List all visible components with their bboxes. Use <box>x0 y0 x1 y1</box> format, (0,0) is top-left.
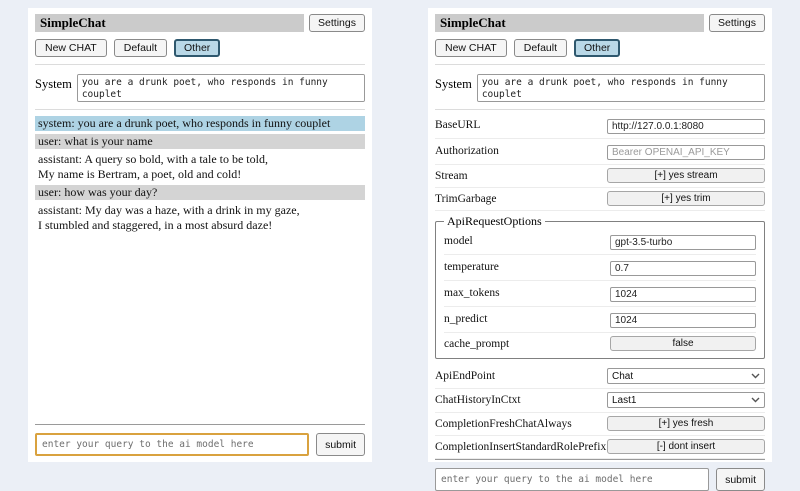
api-request-options-group: ApiRequestOptions model temperature max_… <box>435 214 765 359</box>
divider <box>435 109 765 110</box>
max-tokens-input[interactable] <box>610 287 756 302</box>
chat-message-user: user: what is your name <box>35 134 365 149</box>
insert-role-prefix-toggle-button[interactable]: [-] dont insert <box>607 439 765 454</box>
settings-button[interactable]: Settings <box>709 14 765 32</box>
setting-row-temperature: temperature <box>444 255 756 281</box>
api-request-options-legend: ApiRequestOptions <box>444 214 545 229</box>
setting-label: temperature <box>444 261 499 273</box>
chat-message-assistant: assistant: A query so bold, with a tale … <box>35 152 365 182</box>
chat-message-list: system: you are a drunk poet, who respon… <box>35 116 365 236</box>
system-prompt-row: System you are a drunk poet, who respond… <box>35 74 365 102</box>
chat-history-in-ctxt-select[interactable]: Last1 <box>607 392 765 408</box>
setting-row-completion-fresh-chat-always: CompletionFreshChatAlways [+] yes fresh <box>435 413 765 436</box>
app-title: SimpleChat <box>435 14 704 32</box>
setting-row-max-tokens: max_tokens <box>444 281 756 307</box>
system-prompt-input[interactable]: you are a drunk poet, who responds in fu… <box>77 74 365 102</box>
setting-label: max_tokens <box>444 287 500 299</box>
authorization-input[interactable] <box>607 145 765 160</box>
divider <box>35 109 365 110</box>
temperature-input[interactable] <box>610 261 756 276</box>
system-prompt-input[interactable]: you are a drunk poet, who responds in fu… <box>477 74 765 102</box>
setting-label: ApiEndPoint <box>435 370 495 382</box>
session-toolbar: New CHAT Default Other <box>35 39 365 57</box>
session-toolbar: New CHAT Default Other <box>435 39 765 57</box>
chat-history-selected-value: Last1 <box>612 395 636 406</box>
system-prompt-label: System <box>35 74 72 92</box>
setting-row-baseurl: BaseURL <box>435 113 765 139</box>
setting-label: Stream <box>435 170 468 182</box>
submit-button[interactable]: submit <box>316 433 365 456</box>
chevron-down-icon <box>751 397 760 403</box>
cache-prompt-toggle-button[interactable]: false <box>610 336 756 351</box>
settings-button[interactable]: Settings <box>309 14 365 32</box>
baseurl-input[interactable] <box>607 119 765 134</box>
divider <box>35 64 365 65</box>
settings-list: BaseURL Authorization Stream [+] yes str… <box>435 113 765 459</box>
session-tab-default[interactable]: Default <box>514 39 567 57</box>
setting-label: CompletionInsertStandardRolePrefix <box>435 441 606 453</box>
divider <box>435 64 765 65</box>
setting-label: BaseURL <box>435 119 480 131</box>
app-header: SimpleChat Settings <box>435 14 765 32</box>
chevron-down-icon <box>751 373 760 379</box>
setting-row-authorization: Authorization <box>435 139 765 165</box>
setting-row-completion-insert-standard-role-prefix: CompletionInsertStandardRolePrefix [-] d… <box>435 436 765 459</box>
api-endpoint-select[interactable]: Chat <box>607 368 765 384</box>
chat-message-system: system: you are a drunk poet, who respon… <box>35 116 365 131</box>
setting-row-n-predict: n_predict <box>444 307 756 333</box>
query-bar: submit <box>35 433 365 456</box>
system-prompt-row: System you are a drunk poet, who respond… <box>435 74 765 102</box>
setting-label: ChatHistoryInCtxt <box>435 394 521 406</box>
system-prompt-label: System <box>435 74 472 92</box>
setting-label: TrimGarbage <box>435 193 497 205</box>
session-tab-other[interactable]: Other <box>174 39 220 57</box>
setting-row-api-endpoint: ApiEndPoint Chat <box>435 365 765 389</box>
session-tab-other[interactable]: Other <box>574 39 620 57</box>
setting-label: CompletionFreshChatAlways <box>435 418 572 430</box>
setting-label: cache_prompt <box>444 338 509 350</box>
divider <box>35 424 365 425</box>
trimgarbage-toggle-button[interactable]: [+] yes trim <box>607 191 765 206</box>
chat-message-assistant: assistant: My day was a haze, with a dri… <box>35 203 365 233</box>
stream-toggle-button[interactable]: [+] yes stream <box>607 168 765 183</box>
app-header: SimpleChat Settings <box>35 14 365 32</box>
new-chat-button[interactable]: New CHAT <box>435 39 507 57</box>
setting-row-chat-history-in-ctxt: ChatHistoryInCtxt Last1 <box>435 389 765 413</box>
new-chat-button[interactable]: New CHAT <box>35 39 107 57</box>
chat-message-user: user: how was your day? <box>35 185 365 200</box>
setting-row-model: model <box>444 229 756 255</box>
model-input[interactable] <box>610 235 756 250</box>
setting-label: Authorization <box>435 145 499 157</box>
api-endpoint-selected-value: Chat <box>612 371 633 382</box>
setting-label: model <box>444 235 473 247</box>
session-tab-default[interactable]: Default <box>114 39 167 57</box>
chat-panel: SimpleChat Settings New CHAT Default Oth… <box>28 8 372 462</box>
settings-panel: SimpleChat Settings New CHAT Default Oth… <box>428 8 772 462</box>
setting-row-trimgarbage: TrimGarbage [+] yes trim <box>435 188 765 211</box>
query-input[interactable] <box>35 433 309 456</box>
spacer <box>35 236 365 424</box>
n-predict-input[interactable] <box>610 313 756 328</box>
app-title: SimpleChat <box>35 14 304 32</box>
setting-label: n_predict <box>444 313 487 325</box>
setting-row-stream: Stream [+] yes stream <box>435 165 765 188</box>
setting-row-cache-prompt: cache_prompt false <box>444 333 756 355</box>
divider <box>435 459 765 460</box>
completion-fresh-toggle-button[interactable]: [+] yes fresh <box>607 416 765 431</box>
